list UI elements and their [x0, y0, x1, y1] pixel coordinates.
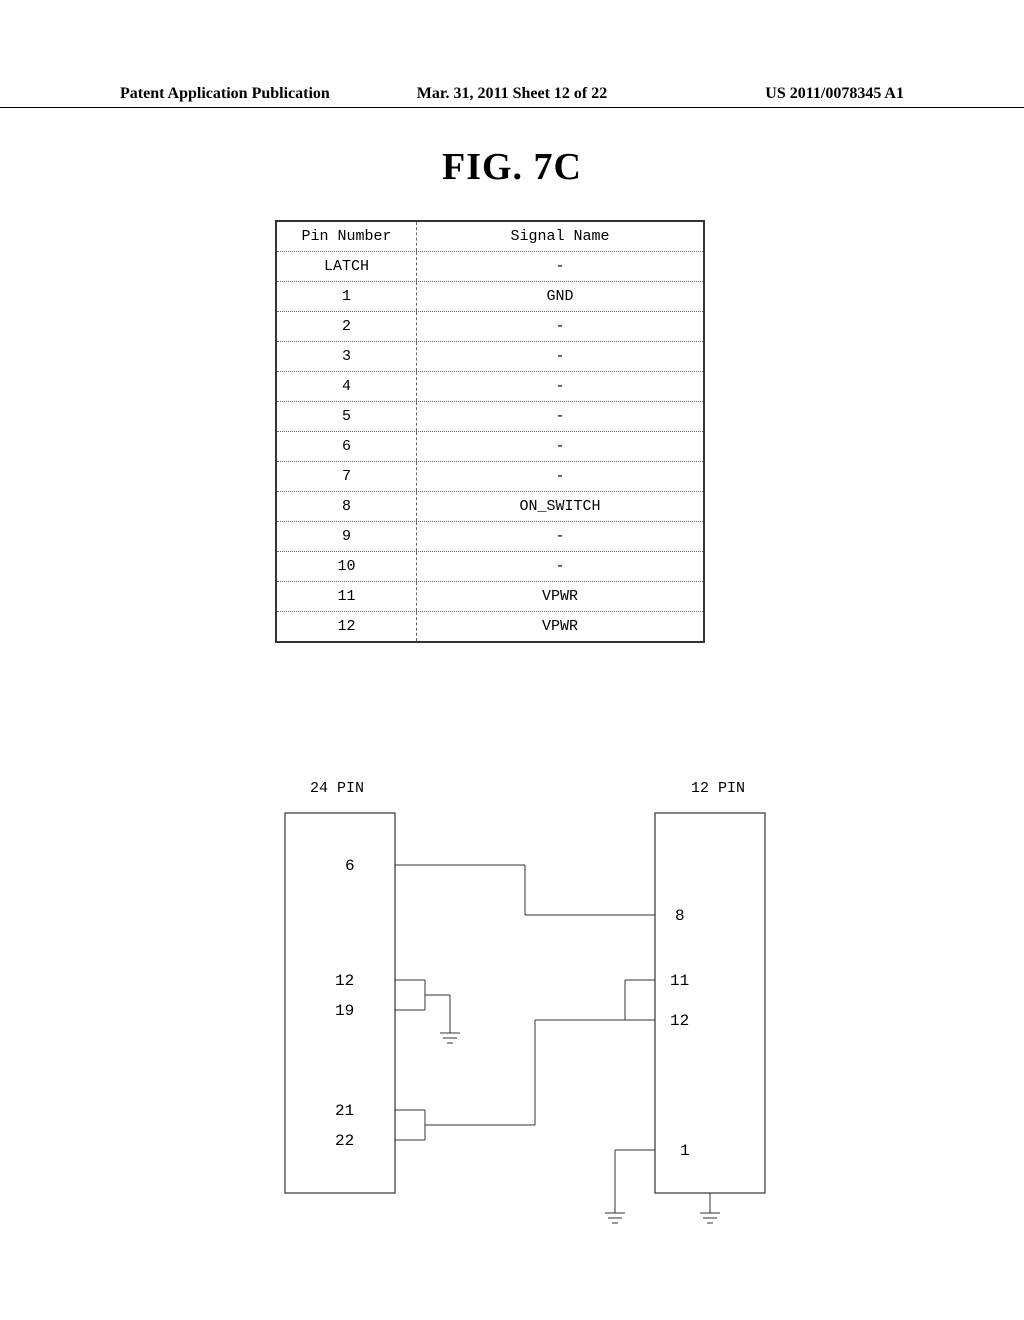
- pin-cell: 4: [277, 372, 417, 401]
- table-row: 12 VPWR: [277, 612, 703, 641]
- table-row: 11 VPWR: [277, 582, 703, 612]
- left-pin-12: 12: [335, 972, 354, 990]
- signal-cell: -: [417, 522, 703, 551]
- signal-cell: ON_SWITCH: [417, 492, 703, 521]
- signal-cell: -: [417, 462, 703, 491]
- signal-cell: VPWR: [417, 582, 703, 611]
- right-connector-ground: [700, 1193, 720, 1223]
- pin-cell: 9: [277, 522, 417, 551]
- pin-cell: 12: [277, 612, 417, 641]
- right-pin-8: 8: [675, 907, 685, 925]
- table-row: 5 -: [277, 402, 703, 432]
- table-row: 9 -: [277, 522, 703, 552]
- right-pin1-ground: [605, 1150, 655, 1223]
- table-row: 6 -: [277, 432, 703, 462]
- connector-12pin-box: [655, 813, 765, 1193]
- signal-cell: -: [417, 372, 703, 401]
- figure-title: FIG. 7C: [442, 145, 582, 189]
- right-pin-11: 11: [670, 972, 689, 990]
- wire-6-to-8: [395, 865, 655, 915]
- pin-table: Pin Number Signal Name LATCH - 1 GND 2 -…: [275, 220, 705, 643]
- pin-cell: 3: [277, 342, 417, 371]
- pin-cell: 2: [277, 312, 417, 341]
- right-pin-12: 12: [670, 1012, 689, 1030]
- pin-cell: 6: [277, 432, 417, 461]
- header-right: US 2011/0078345 A1: [643, 85, 904, 103]
- signal-cell: -: [417, 312, 703, 341]
- right-pin-1: 1: [680, 1142, 690, 1160]
- wiring-diagram: 6 12 19 21 22 8 11 12 1: [275, 805, 775, 1255]
- table-header-pin: Pin Number: [277, 222, 417, 251]
- table-row: 2 -: [277, 312, 703, 342]
- pin-cell: LATCH: [277, 252, 417, 281]
- signal-cell: -: [417, 252, 703, 281]
- table-row: LATCH -: [277, 252, 703, 282]
- pin-cell: 1: [277, 282, 417, 311]
- signal-cell: -: [417, 342, 703, 371]
- pin-cell: 11: [277, 582, 417, 611]
- pin-cell: 5: [277, 402, 417, 431]
- signal-cell: -: [417, 552, 703, 581]
- table-row: 8 ON_SWITCH: [277, 492, 703, 522]
- table-header-row: Pin Number Signal Name: [277, 222, 703, 252]
- table-row: 7 -: [277, 462, 703, 492]
- wire-12-19-bracket: [395, 980, 460, 1043]
- pin-diagram: 24 PIN 12 PIN 6 12 19 21 22 8 11 12 1: [275, 780, 775, 1280]
- table-row: 4 -: [277, 372, 703, 402]
- left-pin-21: 21: [335, 1102, 354, 1120]
- pin-cell: 10: [277, 552, 417, 581]
- header-mid: Mar. 31, 2011 Sheet 12 of 22: [381, 85, 642, 103]
- signal-cell: VPWR: [417, 612, 703, 641]
- wire-21-22-to-right: [395, 1020, 655, 1140]
- left-pin-6: 6: [345, 857, 355, 875]
- connector-12pin-label: 12 PIN: [691, 780, 745, 797]
- signal-cell: -: [417, 432, 703, 461]
- table-header-signal: Signal Name: [417, 222, 703, 251]
- signal-cell: -: [417, 402, 703, 431]
- header-left: Patent Application Publication: [120, 85, 381, 103]
- page-header: Patent Application Publication Mar. 31, …: [0, 85, 1024, 108]
- left-pin-19: 19: [335, 1002, 354, 1020]
- right-bracket-11-12: [625, 980, 655, 1020]
- table-row: 10 -: [277, 552, 703, 582]
- pin-cell: 8: [277, 492, 417, 521]
- connector-24pin-label: 24 PIN: [310, 780, 364, 797]
- table-row: 3 -: [277, 342, 703, 372]
- table-row: 1 GND: [277, 282, 703, 312]
- left-pin-22: 22: [335, 1132, 354, 1150]
- pin-cell: 7: [277, 462, 417, 491]
- signal-cell: GND: [417, 282, 703, 311]
